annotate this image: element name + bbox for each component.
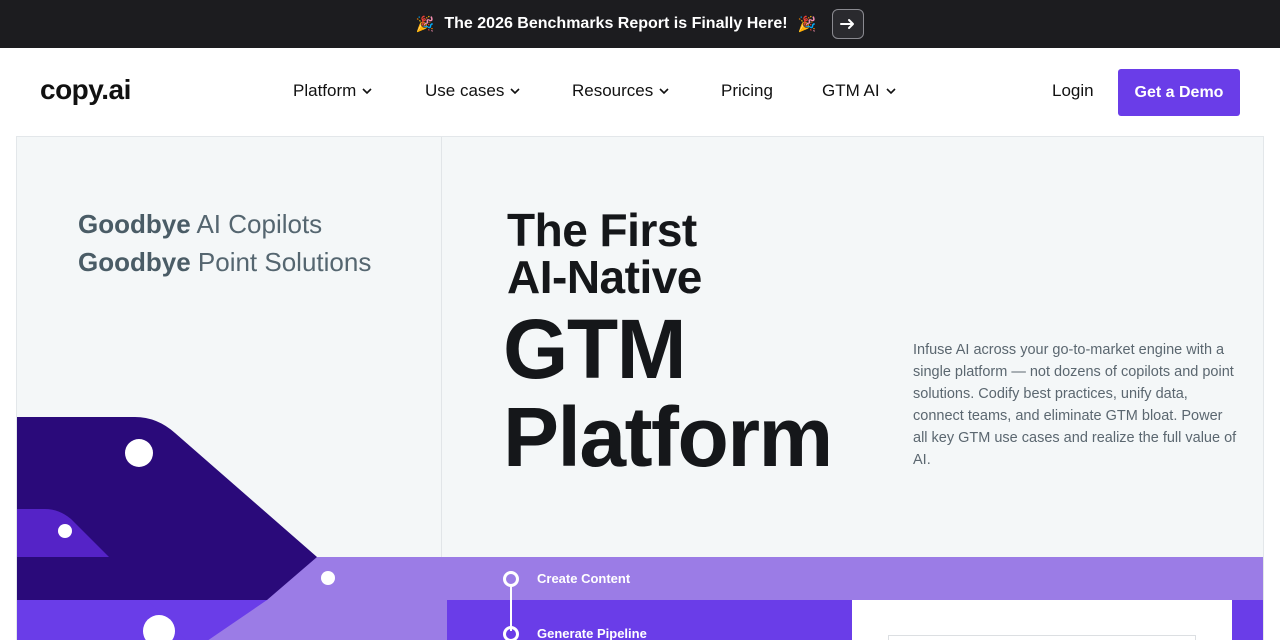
main-nav: copy.ai Platform Use cases Resources Pri… bbox=[0, 48, 1280, 136]
step-create-content[interactable]: Create Content bbox=[537, 571, 630, 586]
login-link[interactable]: Login bbox=[1052, 81, 1094, 101]
hero-description: Infuse AI across your go-to-market engin… bbox=[913, 342, 1237, 468]
nav-item-use-cases[interactable]: Use cases bbox=[425, 81, 520, 101]
preview-card bbox=[852, 600, 1232, 640]
chevron-down-icon bbox=[659, 88, 669, 95]
chevron-down-icon bbox=[362, 88, 372, 95]
steps-band-right bbox=[1232, 600, 1263, 640]
hero-title-large: GTM Platform bbox=[503, 302, 833, 484]
step-generate-pipeline[interactable]: Generate Pipeline bbox=[537, 626, 647, 640]
nav-item-label: Resources bbox=[572, 81, 654, 100]
announcement-bar[interactable]: 🎉 The 2026 Benchmarks Report is Finally … bbox=[0, 0, 1280, 48]
nav-item-label: Pricing bbox=[721, 81, 773, 100]
logo[interactable]: copy.ai bbox=[40, 74, 131, 106]
nav-item-pricing[interactable]: Pricing bbox=[721, 81, 773, 101]
chevron-down-icon bbox=[510, 88, 520, 95]
party-popper-icon: 🎉 bbox=[797, 16, 817, 33]
nav-item-label: Use cases bbox=[425, 81, 505, 100]
announcement-text[interactable]: The 2026 Benchmarks Report is Finally He… bbox=[444, 15, 787, 33]
chevron-down-icon bbox=[886, 88, 896, 95]
nav-item-platform[interactable]: Platform bbox=[293, 81, 372, 101]
party-popper-icon: 🎉 bbox=[415, 16, 435, 33]
step-dot-generate-pipeline bbox=[503, 626, 519, 640]
nav-item-gtm-ai[interactable]: GTM AI bbox=[822, 81, 896, 101]
get-demo-button[interactable]: Get a Demo bbox=[1118, 69, 1240, 116]
announcement-arrow-button[interactable] bbox=[832, 9, 865, 39]
nav-item-label: GTM AI bbox=[822, 81, 880, 100]
decorative-shapes-overlay bbox=[17, 557, 447, 640]
hero-section: Goodbye AI Copilots Goodbye Point Soluti… bbox=[16, 136, 1264, 640]
preview-card-inner bbox=[888, 635, 1196, 640]
step-dot-create-content bbox=[503, 571, 519, 587]
nav-item-resources[interactable]: Resources bbox=[572, 81, 669, 101]
steps-connector bbox=[510, 586, 512, 631]
arrow-right-icon bbox=[840, 19, 855, 29]
hero-title-small: The First AI-Native bbox=[507, 204, 702, 303]
nav-item-label: Platform bbox=[293, 81, 357, 100]
